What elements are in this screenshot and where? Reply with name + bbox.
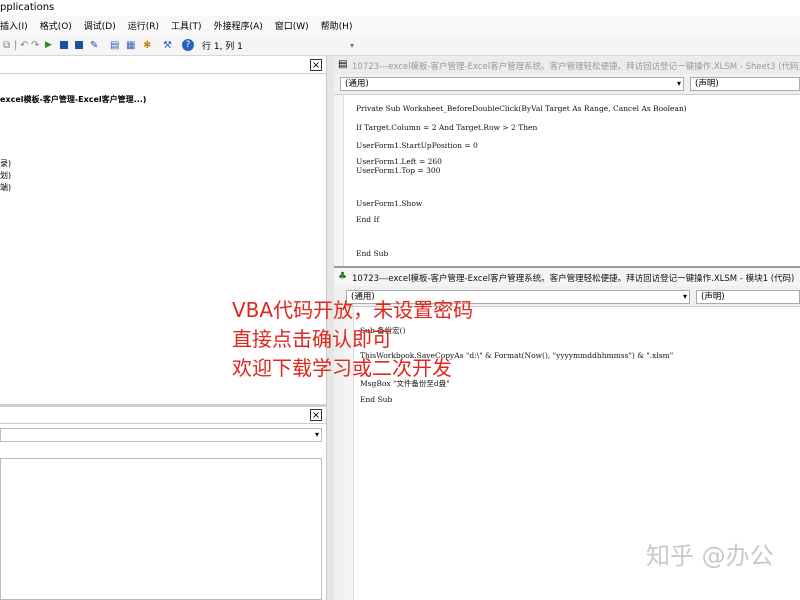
standard-toolbar: ⧉ | ↶ ↷ ▶ ✎ ▤ ▦ ✱ ⚒ ? 行 1, 列 1 ▾	[0, 34, 800, 56]
code-line: UserForm1.StartUpPosition = 0	[356, 141, 478, 150]
menu-tools[interactable]: 工具(T)	[171, 18, 202, 33]
procedure-dropdown-value: (声明)	[695, 79, 719, 89]
title-bar: pplications	[0, 0, 800, 16]
undo-icon[interactable]: ↶	[20, 39, 28, 51]
toolbox-icon[interactable]: ⚒	[163, 39, 172, 51]
procedure-dropdown[interactable]: (声明)	[696, 290, 800, 304]
tree-item[interactable]: 录)	[0, 158, 11, 169]
toolbar-options-icon[interactable]: ▾	[350, 39, 354, 51]
properties-panel-header: ×	[0, 408, 326, 424]
code-window-icon: ♣	[338, 271, 347, 282]
redo-icon[interactable]: ↷	[31, 39, 39, 51]
window-title: pplications	[0, 2, 55, 13]
help-icon[interactable]: ?	[182, 39, 194, 51]
code-line: If Target.Column = 2 And Target.Row > 2 …	[356, 123, 538, 132]
watermark: 知乎 @办公	[646, 542, 774, 570]
code-line: UserForm1.Left = 260	[356, 157, 442, 166]
code-line: Private Sub Worksheet_BeforeDoubleClick(…	[356, 104, 687, 113]
code-window-title: 10723---excel模板-客户管理-Excel客户管理系统。客户管理轻松便…	[352, 62, 800, 72]
margin-indicator-bar	[334, 95, 344, 268]
separator-icon: |	[14, 39, 18, 51]
menu-window[interactable]: 窗口(W)	[275, 18, 309, 33]
run-icon[interactable]: ▶	[45, 39, 52, 51]
code-line: End If	[356, 215, 380, 224]
code-window-titlebar: ▤ 10723---excel模板-客户管理-Excel客户管理系统。客户管理轻…	[334, 56, 800, 74]
project-explorer-icon[interactable]: ▤	[110, 39, 119, 51]
code-line: UserForm1.Show	[356, 199, 423, 208]
design-mode-icon[interactable]: ✎	[90, 39, 98, 51]
menu-debug[interactable]: 调试(D)	[84, 18, 116, 33]
code-window-titlebar: ♣ 10723---excel模板-客户管理-Excel客户管理系统。客户管理轻…	[334, 268, 800, 286]
annotation-overlay: VBA代码开放，未设置密码 直接点击确认即可 欢迎下载学习或二次开发	[232, 296, 473, 383]
break-icon[interactable]	[60, 41, 68, 49]
annotation-line: VBA代码开放，未设置密码	[232, 298, 474, 322]
close-icon[interactable]: ×	[310, 59, 322, 71]
object-dropdown[interactable]: (通用) ▾	[340, 77, 684, 91]
chevron-down-icon: ▾	[314, 430, 319, 439]
tree-item-workbook[interactable]: excel模板-客户管理-Excel客户管理...)	[0, 94, 146, 105]
chevron-down-icon: ▾	[682, 292, 687, 301]
menu-insert[interactable]: 插入(I)	[0, 18, 28, 33]
close-icon[interactable]: ×	[310, 409, 322, 421]
properties-grid[interactable]	[0, 458, 322, 600]
annotation-line: 直接点击确认即可	[232, 327, 392, 351]
menu-bar: 插入(I) 格式(O) 调试(D) 运行(R) 工具(T) 外接程序(A) 窗口…	[0, 16, 800, 34]
reset-icon[interactable]	[75, 41, 83, 49]
procedure-dropdown-value: (声明)	[701, 292, 725, 302]
menu-addins[interactable]: 外接程序(A)	[214, 18, 263, 33]
cursor-position: 行 1, 列 1	[202, 42, 243, 52]
properties-icon[interactable]: ▦	[126, 39, 135, 51]
chevron-down-icon: ▾	[676, 79, 681, 88]
procedure-dropdown[interactable]: (声明)	[690, 77, 800, 91]
object-browser-icon[interactable]: ✱	[143, 39, 151, 51]
vba-editor-window: pplications 插入(I) 格式(O) 调试(D) 运行(R) 工具(T…	[0, 0, 800, 600]
panel-splitter[interactable]	[0, 404, 330, 407]
copy-icon[interactable]: ⧉	[3, 39, 10, 51]
menu-format[interactable]: 格式(O)	[40, 18, 72, 33]
code-window-title: 10723---excel模板-客户管理-Excel客户管理系统。客户管理轻松便…	[352, 274, 795, 284]
menu-run[interactable]: 运行(R)	[128, 18, 159, 33]
object-dropdown-value: (通用)	[345, 79, 369, 89]
code-line: UserForm1.Top = 300	[356, 166, 441, 175]
code-window-icon: ▤	[338, 59, 348, 70]
properties-object-select[interactable]: ▾	[0, 428, 322, 442]
annotation-line: 欢迎下载学习或二次开发	[232, 356, 452, 380]
tree-item[interactable]: 端)	[0, 182, 11, 193]
code-line: End Sub	[356, 249, 389, 258]
tree-item[interactable]: 划)	[0, 170, 11, 181]
project-panel-header: ×	[0, 58, 326, 74]
code-editor[interactable]: Private Sub Worksheet_BeforeDoubleClick(…	[334, 94, 800, 268]
menu-help[interactable]: 帮助(H)	[321, 18, 353, 33]
code-window-sheet3: ▤ 10723---excel模板-客户管理-Excel客户管理系统。客户管理轻…	[334, 56, 800, 268]
code-line: End Sub	[360, 395, 393, 404]
